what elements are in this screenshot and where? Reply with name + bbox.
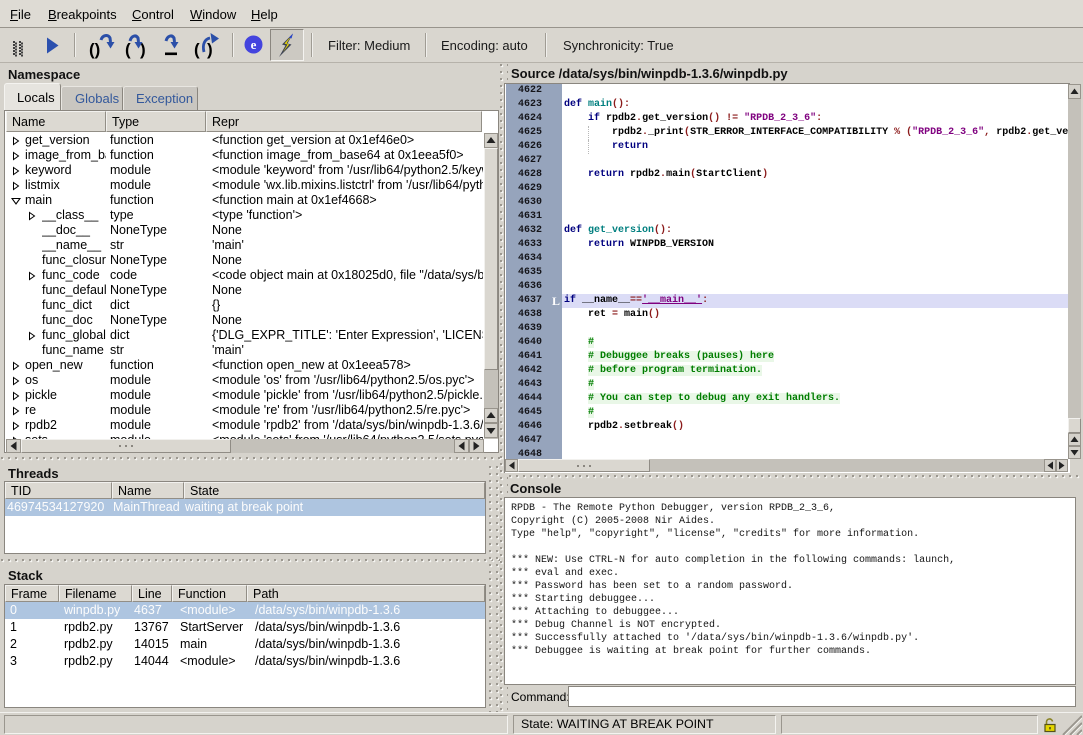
svg-text:(): () <box>89 40 100 59</box>
svg-text:e: e <box>251 37 257 52</box>
svg-text:(: ( <box>125 40 131 59</box>
svg-text:(: ( <box>194 40 200 59</box>
svg-text:): ) <box>207 40 213 59</box>
